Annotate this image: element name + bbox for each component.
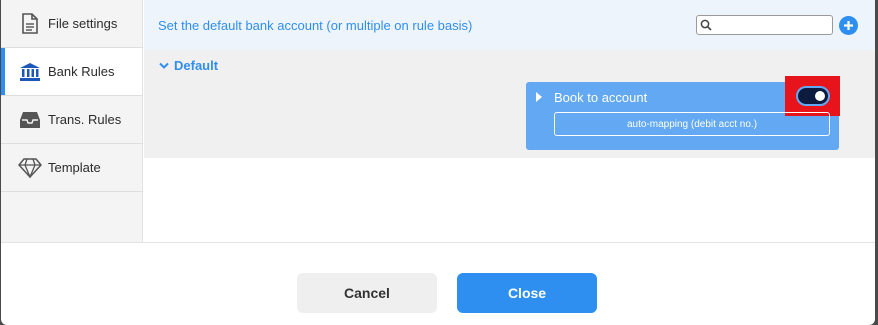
cancel-button[interactable]: Cancel [297,273,437,313]
plus-icon [844,21,853,30]
inbox-icon [18,108,42,132]
search-input[interactable] [717,17,827,33]
sidebar-item-file-settings[interactable]: File settings [1,0,142,48]
panel-header: Set the default bank account (or multipl… [144,0,875,50]
sidebar-item-label: File settings [48,16,118,31]
add-rule-button[interactable] [839,16,858,35]
chevron-down-icon [159,62,169,70]
sidebar-item-label: Bank Rules [48,64,115,79]
rule-title: Book to account [554,90,648,105]
sidebar-item-label: Trans. Rules [48,112,122,127]
sidebar-item-trans-rules[interactable]: Trans. Rules [1,96,142,144]
sidebar-item-bank-rules[interactable]: Bank Rules [1,48,142,96]
default-group-label: Default [174,58,219,73]
settings-dialog: File settings Bank Rules Trans. Rules Te… [1,0,875,325]
expand-arrow-icon[interactable] [535,91,543,103]
toggle-highlight [785,76,840,116]
search-box[interactable] [696,15,833,35]
search-icon [697,16,715,34]
close-button[interactable]: Close [457,273,597,313]
diamond-icon [18,156,42,180]
rules-area: Default Book to account auto-mapping (de… [144,50,875,158]
footer-divider [1,242,875,243]
main-panel: Set the default bank account (or multipl… [144,0,875,242]
bank-icon [18,60,42,84]
default-group-toggle[interactable]: Default [159,58,218,73]
sidebar-item-template[interactable]: Template [1,144,142,192]
header-description: Set the default bank account (or multipl… [158,17,473,33]
rule-enable-toggle[interactable] [795,86,830,106]
rule-card: Book to account auto-mapping (debit acct… [526,76,840,150]
file-icon [18,12,42,36]
sidebar-item-label: Template [48,160,101,175]
sidebar: File settings Bank Rules Trans. Rules Te… [1,0,143,242]
auto-mapping-button[interactable]: auto-mapping (debit acct no.) [554,112,830,136]
